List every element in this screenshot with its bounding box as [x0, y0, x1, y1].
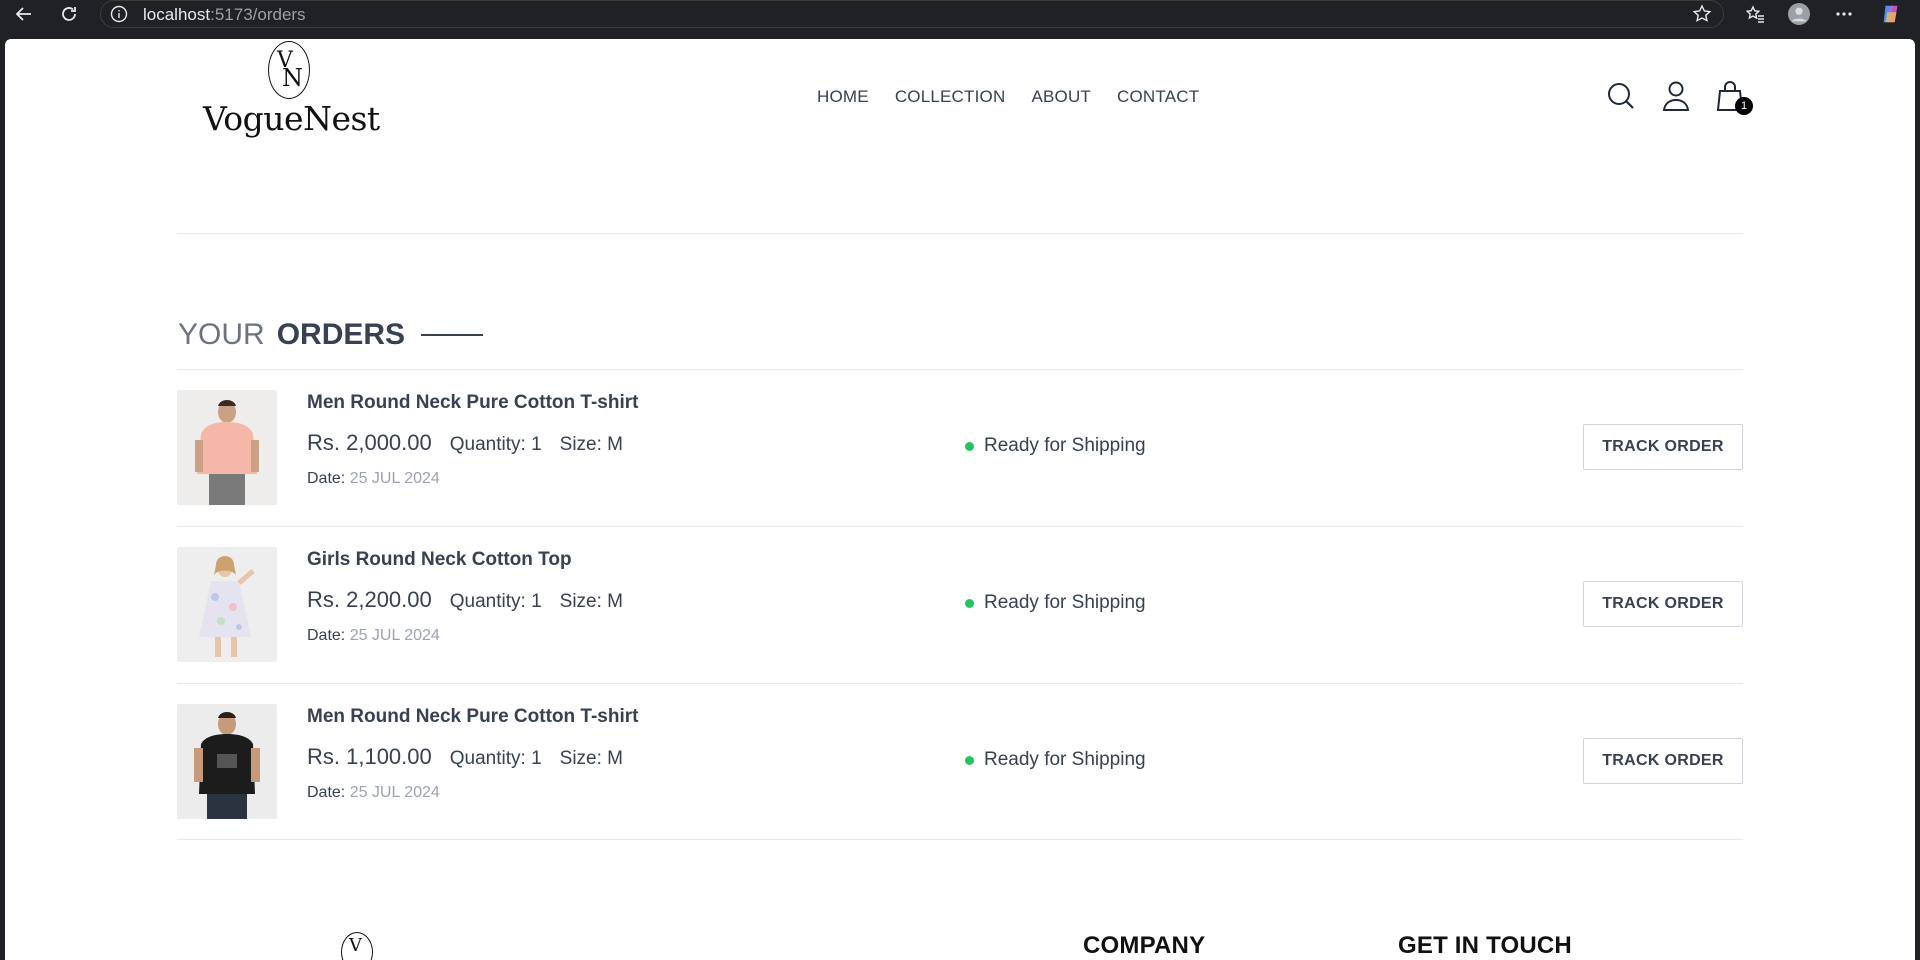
order-price: Rs. 2,000.00: [307, 430, 432, 455]
order-status: Ready for Shipping: [965, 592, 1146, 614]
cart-count-badge: 1: [1735, 97, 1753, 115]
order-size: Size: M: [559, 748, 623, 769]
track-order-button[interactable]: TRACK ORDER: [1583, 738, 1743, 784]
cart-icon[interactable]: 1: [1715, 79, 1753, 115]
nav-contact[interactable]: CONTACT: [1117, 87, 1199, 107]
page-viewport: V N VogueNest HOME COLLECTION ABOUT CONT…: [5, 39, 1915, 960]
date-value: 25 JUL 2024: [349, 470, 440, 487]
order-quantity: Quantity: 1: [449, 748, 542, 769]
search-icon[interactable]: [1605, 79, 1637, 113]
nav-home[interactable]: HOME: [817, 87, 869, 107]
status-dot-icon: [965, 598, 974, 608]
logo-monogram: V N: [268, 41, 310, 99]
order-meta: Rs. 2,000.00 Quantity: 1 Size: M: [307, 430, 638, 456]
product-name[interactable]: Girls Round Neck Cotton Top: [307, 549, 623, 571]
status-text: Ready for Shipping: [984, 749, 1146, 770]
favorite-star-icon[interactable]: [1691, 3, 1713, 25]
footer-contact-heading: GET IN TOUCH: [1398, 932, 1572, 959]
footer-company-heading: COMPANY: [1083, 932, 1206, 959]
logo-text: VogueNest: [203, 99, 380, 138]
favorites-list-icon[interactable]: [1744, 3, 1766, 25]
more-options-icon[interactable]: [1833, 3, 1855, 25]
product-image: [177, 704, 277, 819]
order-info: Men Round Neck Pure Cotton T-shirt Rs. 1…: [307, 706, 638, 802]
order-row: Men Round Neck Pure Cotton T-shirt Rs. 1…: [177, 683, 1743, 840]
order-info: Girls Round Neck Cotton Top Rs. 2,200.00…: [307, 549, 623, 645]
browser-toolbar: localhost:5173/orders: [0, 0, 1920, 28]
title-part2: ORDERS: [276, 318, 406, 351]
product-image: [177, 390, 277, 505]
nav-about[interactable]: ABOUT: [1031, 87, 1091, 107]
order-info: Men Round Neck Pure Cotton T-shirt Rs. 2…: [307, 392, 638, 488]
date-value: 25 JUL 2024: [349, 627, 440, 644]
order-row: Girls Round Neck Cotton Top Rs. 2,200.00…: [177, 526, 1743, 683]
page-title: YOUR ORDERS: [178, 318, 484, 352]
header-divider: [177, 233, 1743, 234]
url-text: localhost:5173/orders: [143, 5, 306, 25]
url-path: :5173/orders: [210, 5, 306, 24]
date-label: Date:: [307, 627, 350, 644]
order-price: Rs. 1,100.00: [307, 744, 432, 769]
order-price: Rs. 2,200.00: [307, 587, 432, 612]
order-date: Date: 25 JUL 2024: [307, 784, 638, 802]
product-name[interactable]: Men Round Neck Pure Cotton T-shirt: [307, 706, 638, 728]
orders-list: Men Round Neck Pure Cotton T-shirt Rs. 2…: [177, 369, 1743, 840]
footer-logo[interactable]: V: [341, 932, 373, 960]
title-part1: YOUR: [178, 318, 265, 351]
date-label: Date:: [307, 470, 350, 487]
logo-monogram-bottom: N: [282, 64, 303, 92]
copilot-icon[interactable]: [1880, 3, 1902, 25]
back-arrow-icon[interactable]: [13, 3, 35, 25]
order-size: Size: M: [559, 434, 623, 455]
url-host: localhost: [143, 5, 211, 24]
profile-avatar-icon[interactable]: [1788, 3, 1810, 25]
order-meta: Rs. 2,200.00 Quantity: 1 Size: M: [307, 587, 623, 613]
address-bar[interactable]: localhost:5173/orders: [100, 0, 1724, 28]
site-info-icon[interactable]: [109, 4, 129, 24]
nav-collection[interactable]: COLLECTION: [895, 87, 1006, 107]
status-text: Ready for Shipping: [984, 592, 1146, 613]
order-meta: Rs. 1,100.00 Quantity: 1 Size: M: [307, 744, 638, 770]
order-date: Date: 25 JUL 2024: [307, 627, 623, 645]
brand-logo[interactable]: V N VogueNest: [203, 39, 380, 143]
product-name[interactable]: Men Round Neck Pure Cotton T-shirt: [307, 392, 638, 414]
footer-logo-monogram: V: [349, 935, 362, 956]
track-order-button[interactable]: TRACK ORDER: [1583, 424, 1743, 470]
status-text: Ready for Shipping: [984, 435, 1146, 456]
user-profile-icon[interactable]: [1660, 79, 1692, 113]
order-quantity: Quantity: 1: [449, 434, 542, 455]
status-dot-icon: [965, 755, 974, 765]
order-date: Date: 25 JUL 2024: [307, 470, 638, 488]
main-nav: HOME COLLECTION ABOUT CONTACT: [817, 87, 1199, 107]
date-value: 25 JUL 2024: [349, 784, 440, 801]
product-image: [177, 547, 277, 662]
order-quantity: Quantity: 1: [449, 591, 542, 612]
status-dot-icon: [965, 441, 974, 451]
order-row: Men Round Neck Pure Cotton T-shirt Rs. 2…: [177, 369, 1743, 526]
reload-icon[interactable]: [58, 3, 80, 25]
date-label: Date:: [307, 784, 350, 801]
title-underline: [421, 334, 484, 336]
track-order-button[interactable]: TRACK ORDER: [1583, 581, 1743, 627]
order-status: Ready for Shipping: [965, 435, 1146, 457]
order-size: Size: M: [559, 591, 623, 612]
order-status: Ready for Shipping: [965, 749, 1146, 771]
